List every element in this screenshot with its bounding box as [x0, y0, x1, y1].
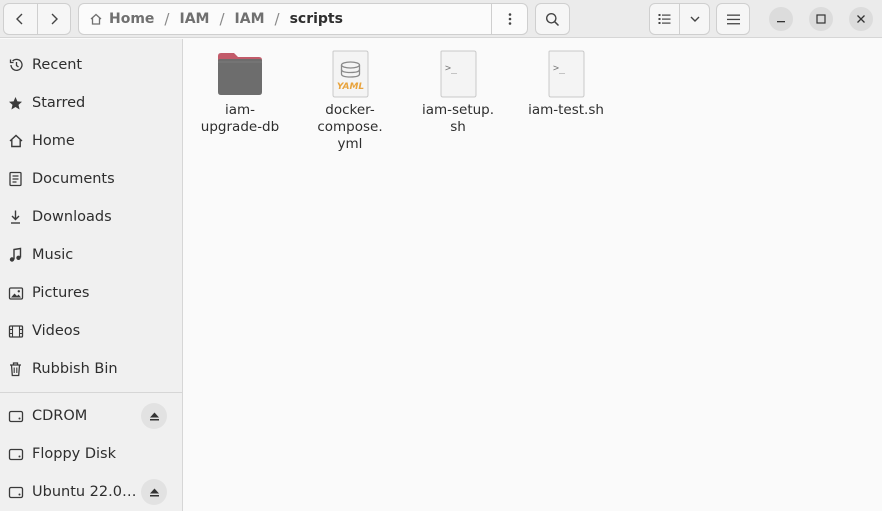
file-name: iam-test.sh [528, 102, 604, 118]
sidebar-item-home[interactable]: Home [0, 122, 182, 160]
sidebar-item-label: Ubuntu 22.0… [32, 484, 137, 500]
sidebar-item-label: Videos [32, 323, 81, 339]
sidebar-item-recent[interactable]: Recent [0, 46, 182, 84]
breadcrumb-label: scripts [289, 11, 343, 27]
file-item-iam-upgrade-db[interactable]: iam- upgrade-db [190, 49, 290, 136]
picture-icon [7, 285, 24, 302]
script-file-icon: >_ [541, 49, 591, 99]
sidebar-divider [0, 392, 182, 393]
chevron-down-icon [690, 16, 699, 22]
video-icon [7, 323, 24, 340]
breadcrumb-scripts[interactable]: scripts [290, 11, 343, 27]
maximize-button[interactable] [809, 7, 833, 31]
file-name: iam- upgrade-db [200, 102, 280, 135]
breadcrumb-home[interactable]: Home [89, 11, 154, 27]
path-menu-button[interactable] [491, 4, 527, 34]
file-item-iam-setup-sh[interactable]: >_ iam-setup. sh [408, 49, 508, 136]
terminal-prompt-badge: >_ [445, 63, 458, 74]
sidebar-item-downloads[interactable]: Downloads [0, 198, 182, 236]
kebab-menu-icon [508, 13, 511, 25]
eject-button[interactable] [141, 403, 167, 429]
chevron-left-icon [16, 13, 23, 25]
file-item-iam-test-sh[interactable]: >_ iam-test.sh [516, 49, 616, 119]
breadcrumb-separator: / [219, 10, 225, 28]
sidebar-item-rubbish-bin[interactable]: Rubbish Bin [0, 350, 182, 388]
music-icon [7, 247, 24, 264]
list-view-button[interactable] [650, 4, 679, 34]
breadcrumb-iam[interactable]: IAM [179, 11, 209, 27]
document-icon [7, 171, 24, 188]
breadcrumb-label: Home [109, 11, 155, 27]
home-icon [90, 13, 102, 25]
terminal-prompt-badge: >_ [553, 63, 566, 74]
search-button[interactable] [535, 3, 570, 35]
sidebar: Recent Starred Home Documents Downloads … [0, 39, 183, 511]
close-button[interactable] [849, 7, 873, 31]
file-name: iam-setup. sh [421, 102, 495, 135]
list-view-icon [658, 14, 671, 24]
back-button[interactable] [4, 4, 37, 34]
sidebar-item-label: Music [32, 247, 74, 263]
eject-icon [149, 488, 159, 496]
star-icon [7, 95, 24, 112]
view-options [649, 3, 710, 35]
hamburger-menu-icon [726, 14, 740, 24]
sidebar-item-music[interactable]: Music [0, 236, 182, 274]
disc-icon [7, 484, 24, 501]
sidebar-item-pictures[interactable]: Pictures [0, 274, 182, 312]
sidebar-item-documents[interactable]: Documents [0, 160, 182, 198]
eject-button[interactable] [141, 479, 167, 505]
breadcrumb-label: IAM [179, 11, 210, 27]
chevron-right-icon [51, 13, 58, 25]
minimize-button[interactable] [769, 7, 793, 31]
path-bar: Home / IAM / IAM / scripts [78, 3, 528, 35]
sidebar-item-cdrom[interactable]: CDROM [0, 397, 182, 435]
header-bar: Home / IAM / IAM / scripts [0, 0, 882, 38]
search-icon [546, 12, 560, 26]
breadcrumb-separator: / [274, 10, 280, 28]
view-dropdown-button[interactable] [679, 4, 709, 34]
sidebar-item-label: Rubbish Bin [32, 361, 118, 377]
breadcrumb-iam-sub[interactable]: IAM [235, 11, 265, 27]
drive-icon [7, 446, 24, 463]
trash-icon [7, 361, 24, 378]
yaml-badge: YAML [337, 82, 365, 92]
sidebar-item-ubuntu[interactable]: Ubuntu 22.0… [0, 473, 182, 511]
breadcrumb: Home / IAM / IAM / scripts [79, 4, 492, 34]
yaml-file-icon: YAML [325, 49, 375, 99]
sidebar-item-label: Documents [32, 171, 115, 187]
maximize-icon [816, 14, 826, 24]
disc-icon [7, 408, 24, 425]
file-view: iam- upgrade-db YAML docker- compose. ym… [184, 39, 882, 511]
sidebar-item-label: Floppy Disk [32, 446, 116, 462]
file-item-docker-compose-yml[interactable]: YAML docker- compose. yml [300, 49, 400, 153]
sidebar-item-label: Home [32, 133, 75, 149]
close-icon [857, 15, 865, 23]
home-icon [7, 133, 24, 150]
sidebar-item-label: Downloads [32, 209, 112, 225]
eject-icon [149, 412, 159, 420]
sidebar-item-videos[interactable]: Videos [0, 312, 182, 350]
folder-icon [215, 49, 265, 99]
navigation-buttons [3, 3, 71, 35]
minimize-icon [777, 21, 785, 23]
script-file-icon: >_ [433, 49, 483, 99]
breadcrumb-separator: / [164, 10, 170, 28]
file-name: docker- compose. yml [317, 102, 383, 152]
main-menu-button[interactable] [716, 3, 750, 35]
sidebar-item-label: Pictures [32, 285, 90, 301]
sidebar-item-label: Starred [32, 95, 86, 111]
download-icon [7, 209, 24, 226]
breadcrumb-label: IAM [234, 11, 265, 27]
sidebar-item-floppy-disk[interactable]: Floppy Disk [0, 435, 182, 473]
sidebar-item-label: CDROM [32, 408, 88, 424]
clock-icon [7, 57, 24, 74]
sidebar-item-starred[interactable]: Starred [0, 84, 182, 122]
forward-button[interactable] [36, 4, 71, 34]
sidebar-item-label: Recent [32, 57, 83, 73]
